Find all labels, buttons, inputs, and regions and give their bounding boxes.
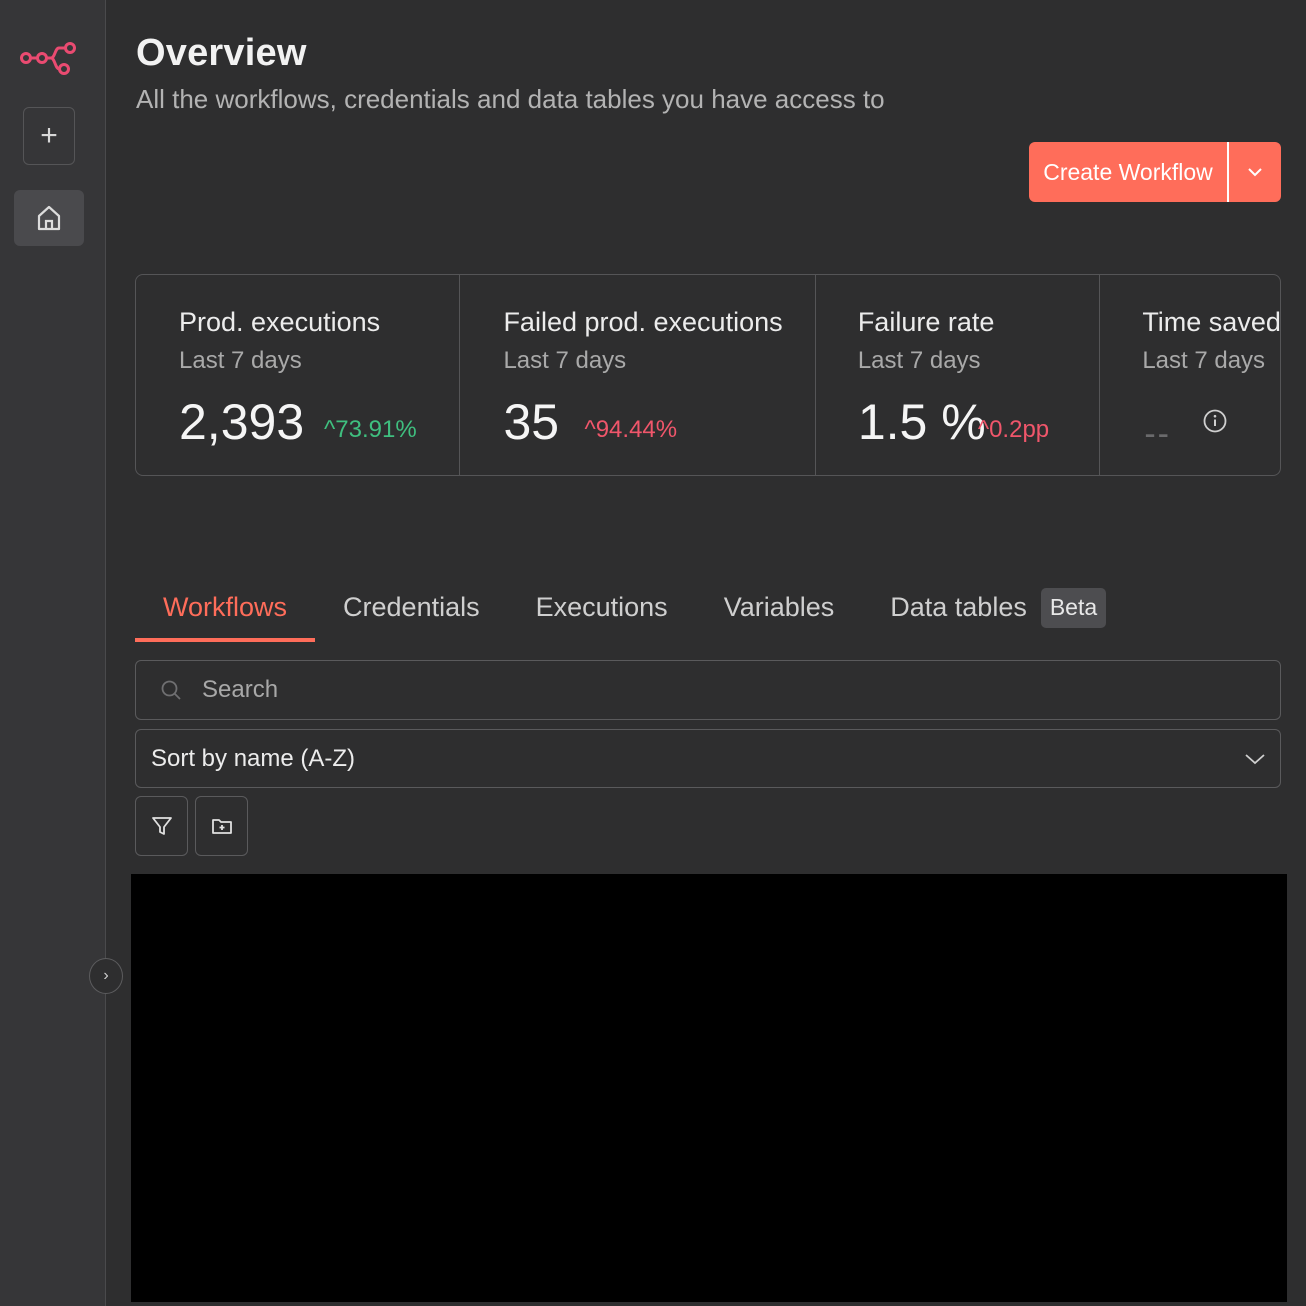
page-title: Overview bbox=[136, 32, 307, 74]
stat-value-empty: -- bbox=[1144, 415, 1171, 453]
stat-period: Last 7 days bbox=[179, 347, 302, 374]
stat-period: Last 7 days bbox=[857, 347, 981, 374]
folder-plus-icon bbox=[211, 819, 232, 834]
stat-prod-executions[interactable]: Prod. executions Last 7 days 2,393 ^73.9… bbox=[136, 275, 461, 475]
chevron-down-icon bbox=[1245, 753, 1265, 764]
filter-icon bbox=[151, 817, 172, 835]
stat-value: 35 bbox=[503, 394, 560, 450]
create-dropdown-toggle[interactable] bbox=[1229, 142, 1281, 202]
beta-badge: Beta bbox=[1040, 588, 1107, 628]
search-icon bbox=[161, 680, 181, 700]
stat-delta: ^94.44% bbox=[584, 416, 678, 443]
tab-workflows[interactable]: Workflows bbox=[135, 586, 316, 642]
stat-value: 2,393 bbox=[179, 394, 305, 450]
stat-value: 1.5 % bbox=[857, 394, 986, 450]
info-icon[interactable] bbox=[1203, 409, 1227, 433]
stat-label: Failed prod. executions bbox=[503, 307, 783, 337]
stat-time-saved[interactable]: Time saved Last 7 days -- bbox=[1100, 275, 1280, 475]
tab-variables[interactable]: Variables bbox=[696, 586, 863, 642]
tab-label: Data tables bbox=[890, 592, 1027, 622]
plus-icon: + bbox=[40, 119, 58, 152]
tab-executions[interactable]: Executions bbox=[508, 586, 696, 642]
home-icon bbox=[37, 205, 61, 231]
resource-tabs: Workflows Credentials Executions Variabl… bbox=[135, 586, 1134, 642]
stat-label: Failure rate bbox=[857, 307, 995, 337]
stat-period: Last 7 days bbox=[1142, 347, 1266, 374]
stat-delta: ^73.91% bbox=[324, 416, 417, 443]
chevron-right-icon: › bbox=[103, 967, 109, 984]
search-box bbox=[135, 660, 1281, 720]
stat-label: Prod. executions bbox=[179, 307, 381, 337]
chevron-down-icon bbox=[1248, 168, 1262, 177]
sidebar-item-overview[interactable] bbox=[14, 190, 84, 246]
stat-delta: ^0.2pp bbox=[977, 416, 1050, 443]
new-folder-button[interactable] bbox=[195, 796, 248, 856]
stat-failed-executions[interactable]: Failed prod. executions Last 7 days 35 ^… bbox=[460, 275, 816, 475]
sort-selected-value: Sort by name (A-Z) bbox=[151, 744, 356, 772]
search-input[interactable] bbox=[202, 676, 1102, 704]
tab-credentials[interactable]: Credentials bbox=[315, 586, 508, 642]
n8n-logo[interactable] bbox=[18, 38, 78, 78]
filter-button[interactable] bbox=[135, 796, 188, 856]
create-workflow-button: Create Workflow bbox=[1029, 142, 1281, 202]
create-workflow-main[interactable]: Create Workflow bbox=[1029, 142, 1227, 202]
stat-label: Time saved bbox=[1142, 307, 1281, 337]
sidebar: + bbox=[0, 0, 106, 1306]
app-root: + › Overview All the workflows, credenti… bbox=[0, 0, 1306, 1306]
page-subtitle: All the workflows, credentials and data … bbox=[136, 84, 885, 114]
tab-data-tables[interactable]: Data tables Beta bbox=[862, 586, 1134, 642]
sort-select[interactable]: Sort by name (A-Z) bbox=[135, 729, 1281, 788]
stat-failure-rate[interactable]: Failure rate Last 7 days 1.5 % ^0.2pp bbox=[816, 275, 1101, 475]
expand-sidebar-button[interactable]: › bbox=[89, 958, 123, 994]
insights-summary: Prod. executions Last 7 days 2,393 ^73.9… bbox=[135, 274, 1281, 476]
workflow-list-area bbox=[131, 874, 1287, 1302]
stat-period: Last 7 days bbox=[503, 347, 627, 374]
add-button[interactable]: + bbox=[23, 107, 75, 165]
